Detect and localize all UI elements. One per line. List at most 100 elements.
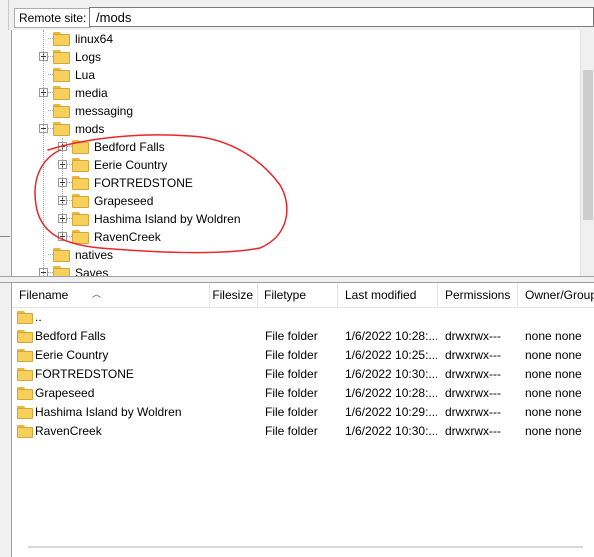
folder-icon: [72, 212, 90, 226]
cell-last-modified: 1/6/2022 10:29:...: [345, 405, 437, 419]
cell-owner-group: none none: [525, 405, 582, 419]
tree-vertical-scrollbar[interactable]: [580, 30, 594, 276]
cell-permissions: drwxrwx---: [445, 329, 501, 343]
cell-last-modified: 1/6/2022 10:28:...: [345, 329, 437, 343]
remote-path-input[interactable]: /mods: [89, 7, 594, 27]
tree-item-label: FORTREDSTONE: [94, 176, 193, 190]
tree-item[interactable]: Lua: [12, 66, 580, 84]
column-permissions-label: Permissions: [445, 288, 511, 302]
column-filetype[interactable]: Filetype: [258, 283, 338, 307]
cell-owner-group: none none: [525, 329, 582, 343]
remote-path-value: /mods: [96, 10, 132, 25]
folder-icon: [72, 158, 90, 172]
remote-site-label: Remote site:: [14, 8, 92, 28]
cell-filesize: [210, 403, 254, 422]
column-filesize-label: Filesize: [212, 288, 253, 302]
left-pane-edge: [0, 0, 9, 30]
tree-connector: [43, 30, 44, 276]
folder-icon: [72, 194, 90, 208]
cell-filename: Bedford Falls: [35, 329, 106, 343]
cell-filename: Hashima Island by Woldren: [35, 405, 182, 419]
cell-owner-group: none none: [525, 348, 582, 362]
tree-item[interactable]: Saves: [12, 264, 580, 276]
cell-permissions: drwxrwx---: [445, 367, 501, 381]
column-permissions[interactable]: Permissions: [438, 283, 518, 307]
folder-icon: [72, 176, 90, 190]
table-row[interactable]: Bedford Falls File folder 1/6/2022 10:28:.…: [12, 327, 594, 346]
tree-item[interactable]: linux64: [12, 30, 580, 48]
tree-item[interactable]: Bedford Falls: [12, 138, 580, 156]
cell-filesize: [210, 422, 254, 441]
cell-filetype: File folder: [265, 424, 318, 438]
folder-icon: [53, 32, 71, 46]
folder-icon: [72, 140, 90, 154]
tree-item-label: Logs: [75, 50, 102, 64]
folder-icon: [53, 50, 71, 64]
cell-permissions: [445, 308, 517, 327]
cell-last-modified: 1/6/2022 10:28:...: [345, 386, 437, 400]
folder-icon: [17, 368, 33, 381]
table-row[interactable]: RavenCreek File folder 1/6/2022 10:30:... d…: [12, 422, 594, 441]
column-filesize[interactable]: Filesize: [210, 283, 258, 307]
tree-item-label: media: [75, 86, 108, 100]
remote-directory-tree[interactable]: linux64 Logs Lua media messaging mods Bedford …: [12, 30, 580, 276]
tree-item-label: natives: [75, 248, 114, 262]
tree-item-label: linux64: [75, 32, 114, 46]
cell-filename: FORTREDSTONE: [35, 367, 134, 381]
cell-filetype: File folder: [265, 367, 318, 381]
cell-permissions: drwxrwx---: [445, 348, 501, 362]
folder-icon: [17, 349, 33, 362]
table-row[interactable]: ..: [12, 308, 594, 327]
tree-item[interactable]: Eerie Country: [12, 156, 580, 174]
tree-item[interactable]: Hashima Island by Woldren: [12, 210, 580, 228]
tree-item-label: Lua: [75, 68, 96, 82]
file-list-horizontal-scrollbar[interactable]: [18, 538, 594, 557]
tree-item-label: mods: [75, 122, 105, 136]
column-last-modified[interactable]: Last modified: [338, 283, 438, 307]
column-owner-group[interactable]: Owner/Group: [518, 283, 594, 307]
remote-file-list[interactable]: Filename ︿ Filesize Filetype Last modifi…: [12, 283, 594, 557]
tree-item[interactable]: media: [12, 84, 580, 102]
cell-last-modified: 1/6/2022 10:30:...: [345, 367, 437, 381]
tree-scrollbar-thumb[interactable]: [583, 70, 593, 220]
column-filetype-label: Filetype: [264, 288, 307, 302]
tree-item[interactable]: FORTREDSTONE: [12, 174, 580, 192]
folder-icon: [17, 425, 33, 438]
left-pane-edge-tree: [0, 30, 12, 276]
file-list-header: Filename ︿ Filesize Filetype Last modifi…: [12, 283, 594, 308]
cell-filesize: [210, 308, 254, 327]
folder-icon: [53, 266, 71, 276]
table-row[interactable]: Hashima Island by Woldren File folder 1/6/…: [12, 403, 594, 422]
cell-filesize: [210, 365, 254, 384]
cell-filetype: [265, 308, 335, 327]
tree-item-label: Hashima Island by Woldren: [94, 212, 241, 226]
tree-item[interactable]: messaging: [12, 102, 580, 120]
table-row[interactable]: Grapeseed File folder 1/6/2022 10:28:... dr…: [12, 384, 594, 403]
cell-filename: Eerie Country: [35, 348, 109, 362]
hscroll-track[interactable]: [28, 546, 583, 548]
cell-filesize: [210, 384, 254, 403]
tree-item-label: Eerie Country: [94, 158, 168, 172]
pane-splitter[interactable]: [0, 276, 594, 283]
tree-item[interactable]: Grapeseed: [12, 192, 580, 210]
folder-icon: [17, 330, 33, 343]
folder-icon: [53, 122, 71, 136]
tree-item[interactable]: Logs: [12, 48, 580, 66]
tree-item[interactable]: RavenCreek: [12, 228, 580, 246]
cell-owner-group: none none: [525, 367, 582, 381]
cell-owner-group: none none: [525, 386, 582, 400]
cell-permissions: drwxrwx---: [445, 405, 501, 419]
cell-filetype: File folder: [265, 348, 318, 362]
cell-filetype: File folder: [265, 386, 318, 400]
left-pane-edge-list: [0, 283, 12, 557]
column-filename[interactable]: Filename ︿: [12, 283, 210, 307]
remote-site-bar: Remote site: /mods: [0, 0, 594, 30]
table-row[interactable]: FORTREDSTONE File folder 1/6/2022 10:30:..…: [12, 365, 594, 384]
cell-owner-group: [525, 308, 594, 327]
tree-item-label: Saves: [75, 266, 109, 276]
table-row[interactable]: Eerie Country File folder 1/6/2022 10:25:.…: [12, 346, 594, 365]
tree-item[interactable]: natives: [12, 246, 580, 264]
folder-icon: [53, 86, 71, 100]
tree-item-label: messaging: [75, 104, 134, 118]
tree-item[interactable]: mods: [12, 120, 580, 138]
